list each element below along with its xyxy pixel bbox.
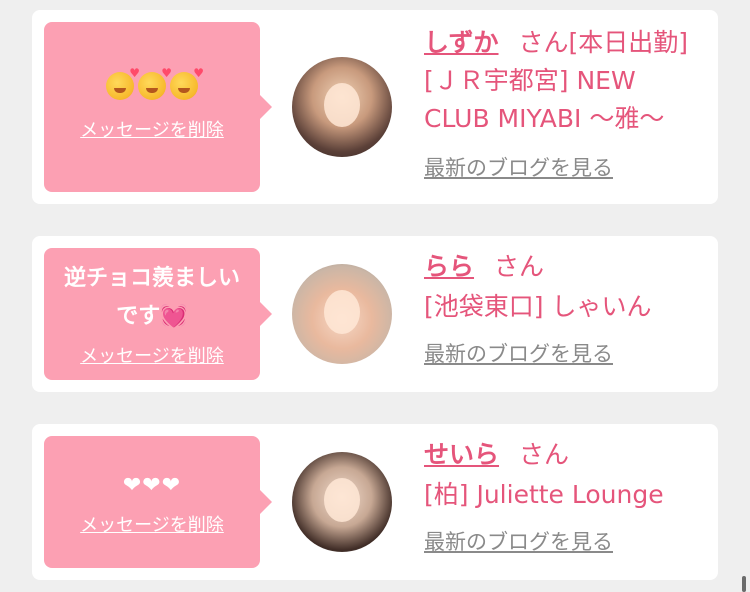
name-line: らら さん xyxy=(424,248,708,286)
cast-info: しずか さん[本日出勤] [ＪＲ宇都宮] NEW CLUB MIYABI 〜雅〜 … xyxy=(424,24,708,182)
name-line: しずか さん[本日出勤] xyxy=(424,24,708,62)
latest-blog-link[interactable]: 最新のブログを見る xyxy=(424,526,613,556)
message-bubble: メッセージを削除 xyxy=(44,22,272,192)
message-bubble: 逆チョコ羨ましい です💓 メッセージを削除 xyxy=(44,248,272,380)
message-line: です💓 xyxy=(116,304,188,329)
shop-name: [ＪＲ宇都宮] NEW CLUB MIYABI 〜雅〜 xyxy=(424,66,665,133)
smiling-face-with-hearts-icon xyxy=(170,66,204,100)
delete-message-link[interactable]: メッセージを削除 xyxy=(80,511,224,537)
honorific-status: さん xyxy=(519,440,570,469)
cast-info: せいら さん [柏] Juliette Lounge 最新のブログを見る xyxy=(424,436,708,556)
latest-blog-link[interactable]: 最新のブログを見る xyxy=(424,152,613,182)
message-text: ❤❤❤ xyxy=(122,473,182,498)
cast-name-link[interactable]: しずか xyxy=(424,28,499,57)
avatar[interactable] xyxy=(292,57,392,157)
delete-message-link[interactable]: メッセージを削除 xyxy=(80,342,224,368)
honorific-status: さん xyxy=(494,252,545,281)
shop-name: [池袋東口] しゃいん xyxy=(424,292,652,321)
message-text: 逆チョコ羨ましい です💓 xyxy=(64,260,240,336)
cast-name-link[interactable]: らら xyxy=(424,252,474,281)
cast-name-link[interactable]: せいら xyxy=(424,440,499,469)
smiling-face-with-hearts-icon xyxy=(106,66,140,100)
delete-message-link[interactable]: メッセージを削除 xyxy=(80,116,224,142)
smiling-face-with-hearts-icon xyxy=(138,66,172,100)
avatar-face xyxy=(324,478,360,522)
avatar-face xyxy=(324,83,360,127)
message-bubble: ❤❤❤ メッセージを削除 xyxy=(44,436,272,568)
shop-name: [柏] Juliette Lounge xyxy=(424,480,664,509)
message-line: 逆チョコ羨ましい xyxy=(63,266,240,291)
avatar[interactable] xyxy=(292,264,392,364)
message-emoji-row xyxy=(106,66,204,100)
honorific-status: さん[本日出勤] xyxy=(518,28,689,57)
message-list: メッセージを削除 しずかさん[本日出勤] [ＪＲ宇都宮] NEW CLUB MI… xyxy=(0,0,750,592)
latest-blog-link[interactable]: 最新のブログを見る xyxy=(424,338,613,368)
cast-info: らら さん [池袋東口] しゃいん 最新のブログを見る xyxy=(424,248,708,368)
avatar-face xyxy=(324,290,360,334)
scrollbar[interactable] xyxy=(742,576,746,592)
avatar[interactable] xyxy=(292,452,392,552)
message-card: メッセージを削除 しずかさん[本日出勤] [ＪＲ宇都宮] NEW CLUB MI… xyxy=(32,10,718,204)
message-card: 逆チョコ羨ましい です💓 メッセージを削除 らら さん [池袋東口] しゃいん 最… xyxy=(32,236,718,392)
name-line: せいら さん xyxy=(424,436,708,474)
message-card: ❤❤❤ メッセージを削除 せいら さん [柏] Juliette Lounge 最… xyxy=(32,424,718,580)
